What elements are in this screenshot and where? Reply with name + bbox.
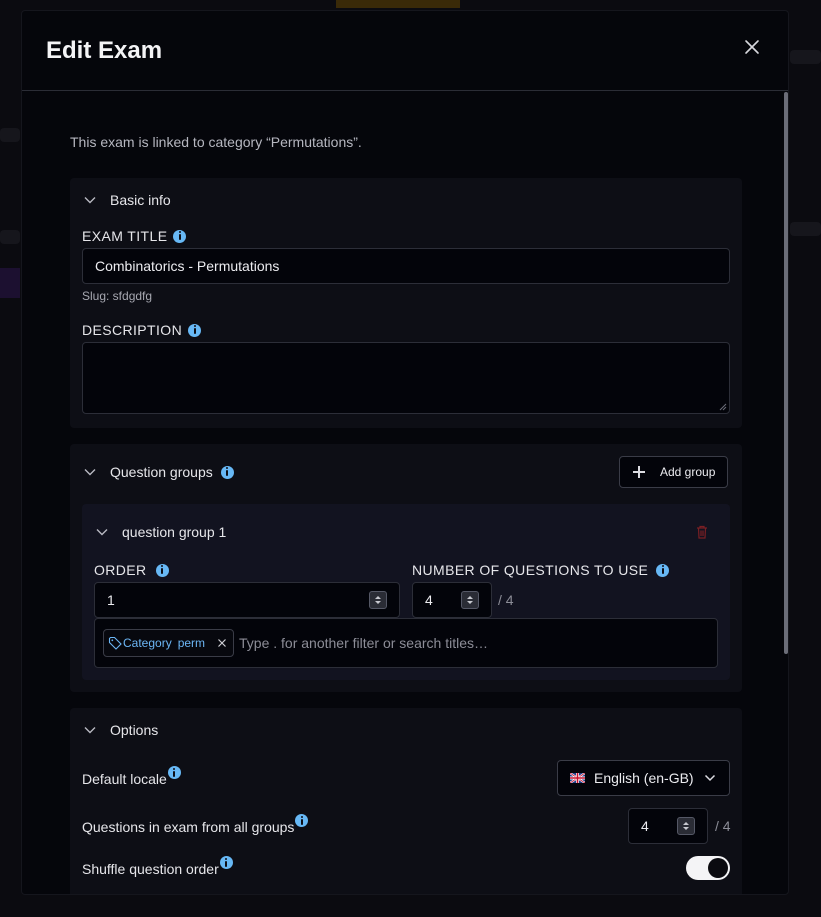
background-hint [790, 222, 821, 236]
order-input[interactable]: 1 [94, 582, 400, 618]
chevron-down-icon [82, 722, 98, 738]
info-icon[interactable] [219, 856, 233, 869]
options-toggle[interactable]: Options [82, 718, 158, 742]
background-hint [790, 50, 821, 64]
edit-exam-modal: Edit Exam This exam is linked to categor… [21, 10, 789, 895]
chevron-down-icon [82, 464, 98, 480]
plus-icon [632, 465, 646, 479]
toggle-knob [708, 858, 728, 878]
trash-icon[interactable] [696, 525, 708, 539]
filter-tag[interactable]: Category perm [103, 629, 235, 657]
label-text: ORDER [94, 562, 147, 578]
number-stepper[interactable] [461, 591, 479, 609]
category-link-note: This exam is linked to category “Permuta… [70, 134, 362, 150]
shuffle-toggle[interactable] [686, 856, 730, 880]
number-of-questions-label: NUMBER OF QUESTIONS TO USE [412, 562, 670, 578]
resize-handle-icon[interactable] [719, 403, 727, 411]
input-value: 4 [641, 818, 649, 834]
description-label: DESCRIPTION [82, 322, 202, 338]
info-icon[interactable] [220, 465, 234, 479]
group-name: question group 1 [122, 524, 227, 540]
info-icon[interactable] [295, 814, 309, 827]
filter-placeholder: Type . for another filter or search titl… [239, 635, 488, 651]
info-icon[interactable] [188, 323, 202, 337]
remove-tag-icon[interactable] [217, 638, 227, 648]
input-value: 1 [107, 592, 115, 608]
select-value: English (en-GB) [594, 770, 694, 786]
info-icon[interactable] [167, 766, 181, 779]
question-groups-toggle[interactable]: Question groups [82, 460, 234, 484]
questions-total: / 4 [498, 592, 514, 608]
scrollbar[interactable] [784, 92, 788, 654]
add-group-button[interactable]: Add group [619, 456, 729, 488]
exam-title-input[interactable]: Combinatorics - Permutations [82, 248, 730, 284]
questions-all-groups-input[interactable]: 4 [628, 808, 708, 844]
order-label: ORDER [94, 562, 169, 578]
question-group-card: question group 1 ORDER 1 NUMBER OF QUEST… [82, 504, 730, 680]
basic-info-section: Basic info EXAM TITLE Combinatorics - Pe… [70, 178, 742, 428]
default-locale-label: Default locale [82, 766, 181, 787]
section-title: Question groups [110, 464, 213, 480]
questions-all-total: / 4 [715, 818, 731, 834]
label-text: DESCRIPTION [82, 322, 183, 338]
questions-all-groups-label: Questions in exam from all groups [82, 814, 309, 835]
background-accent [336, 0, 460, 8]
question-group-toggle[interactable]: question group 1 [94, 520, 226, 544]
chevron-down-icon [704, 774, 715, 782]
number-stepper[interactable] [369, 591, 387, 609]
label-text: NUMBER OF QUESTIONS TO USE [412, 562, 649, 578]
close-icon [745, 40, 759, 54]
info-icon[interactable] [656, 563, 670, 577]
background-hint [0, 128, 20, 142]
background-accent [0, 268, 20, 298]
tag-icon [108, 636, 122, 650]
slug-text: Slug: sfdgdfg [82, 289, 153, 303]
label-text: Questions in exam from all groups [82, 819, 295, 835]
section-title: Options [110, 722, 159, 738]
modal-title: Edit Exam [46, 37, 163, 64]
exam-title-label: EXAM TITLE [82, 228, 187, 244]
number-stepper[interactable] [677, 817, 695, 835]
number-of-questions-input[interactable]: 4 [412, 582, 492, 618]
question-groups-section: Question groups Add group question group… [70, 444, 742, 692]
chevron-down-icon [82, 192, 98, 208]
tag-key: Category [123, 636, 172, 650]
input-value: 4 [425, 592, 433, 608]
options-section: Options Default locale English (en-GB) Q… [70, 708, 742, 894]
close-button[interactable] [740, 35, 764, 59]
chevron-down-icon [94, 524, 110, 540]
uk-flag-icon [570, 773, 585, 783]
button-label: Add group [660, 465, 716, 479]
label-text: EXAM TITLE [82, 228, 168, 244]
tag-value: perm [177, 636, 206, 650]
basic-info-toggle[interactable]: Basic info [82, 188, 171, 212]
label-text: Default locale [82, 771, 167, 787]
shuffle-label: Shuffle question order [82, 856, 233, 877]
input-value: Combinatorics - Permutations [95, 258, 280, 274]
label-text: Shuffle question order [82, 861, 219, 877]
default-locale-select[interactable]: English (en-GB) [557, 760, 730, 796]
modal-header: Edit Exam [22, 11, 788, 91]
background-hint [0, 230, 20, 244]
info-icon[interactable] [173, 229, 187, 243]
info-icon[interactable] [155, 563, 169, 577]
section-title: Basic info [110, 192, 171, 208]
filter-input[interactable]: Category perm Type . for another filter … [94, 618, 718, 668]
description-textarea[interactable] [82, 342, 730, 414]
